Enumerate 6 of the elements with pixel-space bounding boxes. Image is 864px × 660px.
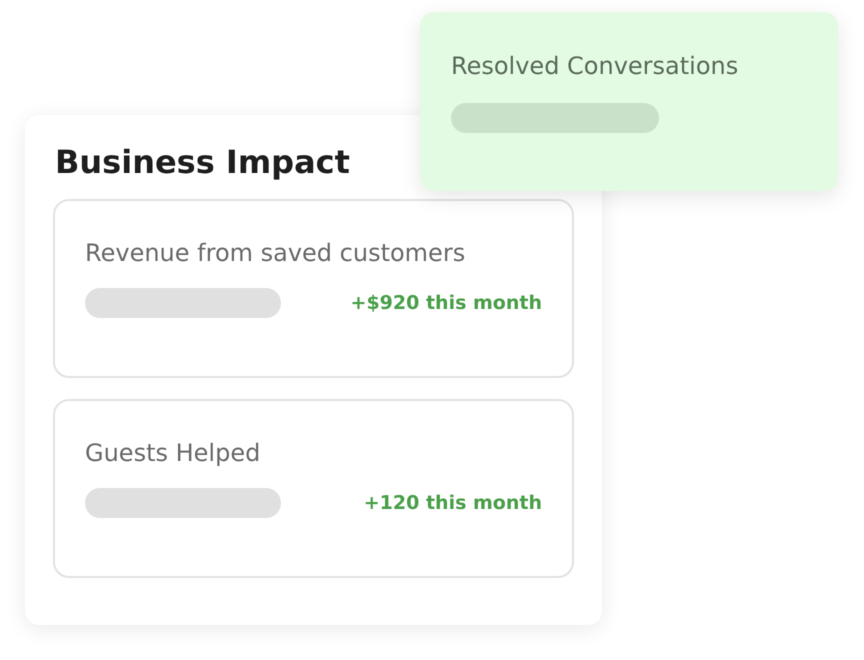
metric-value: +$920 this month (350, 290, 542, 316)
metric-value: +120 this month (364, 490, 542, 516)
overlay-title: Resolved Conversations (451, 52, 740, 81)
metric-label: Revenue from saved customers (85, 239, 466, 268)
metric-label: Guests Helped (85, 439, 262, 468)
card-title: Business Impact (55, 143, 351, 182)
